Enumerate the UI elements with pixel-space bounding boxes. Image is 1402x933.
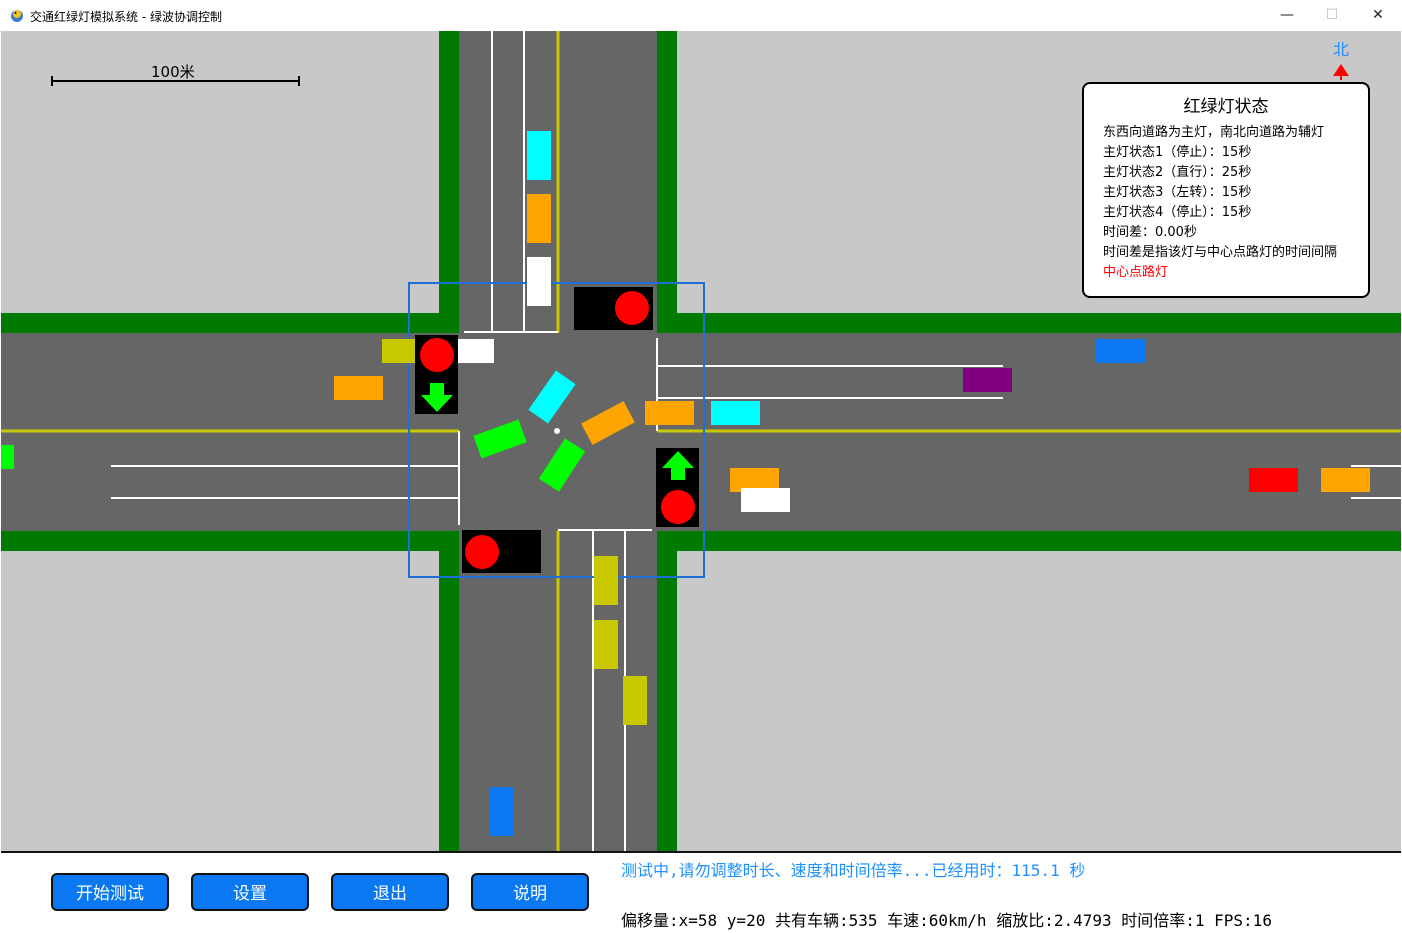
vehicle (334, 376, 383, 400)
traffic-light-north[interactable] (574, 287, 653, 330)
status-line: 主灯状态2（直行）：25秒 (1103, 165, 1252, 180)
red-light-icon (661, 490, 695, 524)
status-line: 主灯状态4（停止）：15秒 (1103, 205, 1252, 220)
settings-button[interactable]: 设置 (191, 873, 309, 911)
status-line: 东西向道路为主灯，南北向道路为辅灯 (1103, 125, 1325, 140)
vehicle (741, 488, 790, 512)
center-light-label: 中心点路灯 (1103, 265, 1169, 280)
vehicle (594, 620, 618, 669)
red-light-icon (615, 291, 649, 325)
window-title: 交通红绿灯模拟系统 - 绿波协调控制 (30, 10, 222, 24)
status-panel-title: 红绿灯状态 (1183, 97, 1269, 117)
north-label: 北 (1333, 40, 1350, 59)
test-status-message: 测试中,请勿调整时长、速度和时间倍率...已经用时：115.1 秒 (621, 861, 1086, 880)
window-titlebar: 交通红绿灯模拟系统 - 绿波协调控制 — ☐ ✕ (0, 0, 1402, 32)
vehicle (527, 131, 551, 180)
status-line: 主灯状态1（停止）：15秒 (1103, 145, 1252, 160)
red-light-icon (465, 535, 499, 569)
traffic-light-west[interactable] (415, 335, 458, 414)
traffic-light-south[interactable] (462, 530, 541, 573)
vehicle (527, 194, 551, 243)
help-button[interactable]: 说明 (471, 873, 589, 911)
vehicle (1249, 468, 1298, 492)
scale-label: 100米 (151, 63, 195, 81)
vehicle (1096, 339, 1145, 363)
control-panel: 开始测试 设置 退出 说明 测试中,请勿调整时长、速度和时间倍率...已经用时：… (1, 851, 1401, 933)
close-button[interactable]: ✕ (1355, 0, 1401, 31)
vehicle (594, 556, 618, 605)
red-light-icon (420, 338, 454, 372)
vehicle (623, 676, 647, 725)
simulation-canvas[interactable]: 100米 北 红绿灯状态 东西向道路为主灯，南北向道路为辅灯 主灯状态1（停止）… (1, 31, 1401, 851)
vehicle (527, 257, 551, 306)
vehicle (490, 787, 514, 836)
minimize-button[interactable]: — (1264, 0, 1310, 31)
intersection-center-point (554, 428, 560, 434)
vehicle (711, 401, 760, 425)
start-test-button[interactable]: 开始测试 (51, 873, 169, 911)
status-line: 时间差：0.00秒 (1103, 225, 1197, 240)
traffic-light-status-panel: 红绿灯状态 东西向道路为主灯，南北向道路为辅灯 主灯状态1（停止）：15秒 主灯… (1082, 82, 1370, 298)
exit-button[interactable]: 退出 (331, 873, 449, 911)
vehicle (645, 401, 694, 425)
vehicle (1321, 468, 1370, 492)
status-line: 主灯状态3（左转）：15秒 (1103, 185, 1252, 200)
app-icon (11, 10, 23, 22)
vehicle (1, 445, 14, 469)
simulation-stats: 偏移量:x=58 y=20 共有车辆:535 车速:60km/h 缩放比:2.4… (621, 911, 1272, 930)
maximize-button[interactable]: ☐ (1309, 0, 1355, 31)
vehicle (963, 368, 1012, 392)
traffic-light-east[interactable] (656, 448, 699, 527)
status-line: 时间差是指该灯与中心点路灯的时间间隔 (1103, 245, 1338, 260)
